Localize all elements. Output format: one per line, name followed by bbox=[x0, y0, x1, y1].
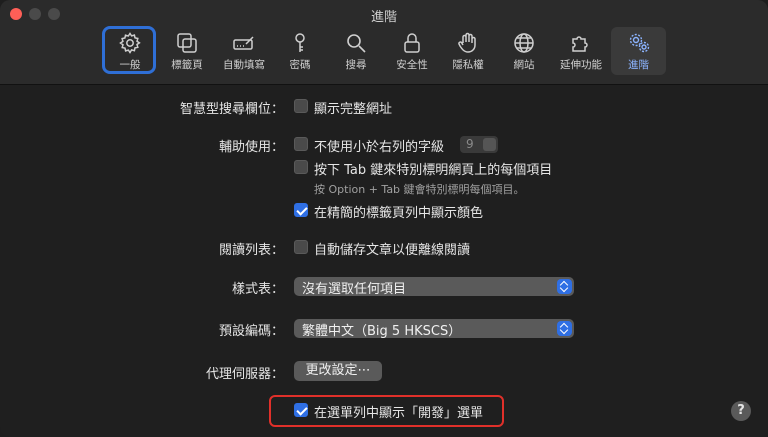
pencil-field-icon bbox=[233, 36, 254, 50]
reading-list-label: 閱讀列表： bbox=[218, 243, 284, 258]
preferences-window: 進階 一般 標籤頁 自動填寫 密碼 搜尋 安全性 隱私權 網站 延伸功能 進階 … bbox=[0, 0, 768, 437]
min-font-size-value: 9 bbox=[466, 137, 474, 151]
toolbar-tab-label: 網站 bbox=[513, 59, 535, 71]
show-full-address-checkbox[interactable] bbox=[294, 99, 308, 113]
tabs-icon bbox=[177, 33, 197, 53]
toolbar-tab-label: 安全性 bbox=[396, 59, 428, 71]
tab-highlight-text: 按下 Tab 鍵來特別標明網頁上的每個項目 bbox=[314, 163, 553, 178]
compact-tab-color-text: 在精簡的標籤頁列中顯示顏色 bbox=[314, 206, 484, 221]
toolbar-tab-advanced[interactable]: 進階 bbox=[611, 27, 666, 75]
toolbar-tab-label: 搜尋 bbox=[345, 59, 367, 71]
default-encoding-value: 繁體中文（Big 5 HKSCS） bbox=[302, 324, 462, 339]
toolbar-tab-passwords[interactable]: 密碼 bbox=[282, 27, 318, 75]
toolbar-tab-label: 延伸功能 bbox=[560, 59, 602, 71]
chevron-updown-icon bbox=[557, 279, 572, 294]
toolbar-tab-security[interactable]: 安全性 bbox=[390, 27, 434, 75]
min-font-size-select[interactable]: 9 bbox=[460, 136, 498, 153]
focus-ring bbox=[102, 26, 156, 74]
style-sheet-value: 沒有選取任何項目 bbox=[302, 282, 407, 297]
default-encoding-label: 預設編碼： bbox=[218, 324, 284, 339]
gears-icon bbox=[629, 33, 649, 53]
smart-search-label: 智慧型搜尋欄位： bbox=[179, 102, 284, 117]
toolbar-tab-autofill[interactable]: 自動填寫 bbox=[218, 27, 270, 75]
show-develop-menu-checkbox[interactable] bbox=[294, 403, 308, 417]
style-sheet-label: 樣式表： bbox=[231, 282, 284, 297]
min-font-size-checkbox[interactable] bbox=[294, 137, 308, 151]
proxies-label: 代理伺服器： bbox=[205, 367, 284, 382]
toolbar-tab-label: 隱私權 bbox=[452, 59, 484, 71]
lock-icon bbox=[404, 33, 420, 53]
toolbar-tab-extensions[interactable]: 延伸功能 bbox=[555, 27, 607, 75]
help-button[interactable]: ? bbox=[731, 401, 751, 421]
toolbar-tab-label: 進階 bbox=[628, 59, 649, 71]
default-encoding-select[interactable]: 繁體中文（Big 5 HKSCS） bbox=[294, 319, 574, 339]
toolbar-tab-label: 自動填寫 bbox=[223, 59, 265, 71]
show-full-address-text: 顯示完整網址 bbox=[314, 102, 393, 117]
titlebar: 進階 一般 標籤頁 自動填寫 密碼 搜尋 安全性 隱私權 網站 延伸功能 進階 bbox=[0, 0, 768, 85]
toolbar-tab-websites[interactable]: 網站 bbox=[508, 27, 540, 75]
tab-highlight-checkbox[interactable] bbox=[294, 160, 308, 174]
change-proxy-settings-button[interactable]: 更改設定⋯ bbox=[294, 361, 382, 381]
auto-save-articles-text: 自動儲存文章以便離線閱讀 bbox=[314, 243, 471, 258]
key-icon bbox=[295, 33, 305, 52]
search-icon bbox=[347, 34, 366, 53]
chevron-updown-icon bbox=[557, 321, 572, 336]
style-sheet-select[interactable]: 沒有選取任何項目 bbox=[294, 277, 574, 297]
auto-save-articles-checkbox[interactable] bbox=[294, 240, 308, 254]
toolbar-tab-label: 密碼 bbox=[289, 59, 311, 71]
puzzle-icon bbox=[572, 36, 588, 52]
show-develop-menu-text: 在選單列中顯示「開發」選單 bbox=[314, 406, 484, 421]
compact-tab-color-checkbox[interactable] bbox=[294, 203, 308, 217]
hand-icon bbox=[458, 32, 476, 53]
window-title: 進階 bbox=[370, 10, 397, 25]
chevron-down-icon bbox=[483, 138, 496, 151]
toolbar-tab-privacy[interactable]: 隱私權 bbox=[446, 27, 490, 75]
toolbar-tab-tabs[interactable]: 標籤頁 bbox=[165, 27, 209, 75]
accessibility-label: 輔助使用： bbox=[218, 140, 284, 155]
toolbar-tab-search[interactable]: 搜尋 bbox=[338, 27, 374, 75]
toolbar-tab-label: 標籤頁 bbox=[171, 59, 203, 71]
globe-icon bbox=[514, 33, 534, 53]
min-font-size-text: 不使用小於右列的字級 bbox=[314, 140, 445, 155]
tab-highlight-hint: 按 Option + Tab 鍵會特別標明每個項目。 bbox=[314, 183, 525, 196]
